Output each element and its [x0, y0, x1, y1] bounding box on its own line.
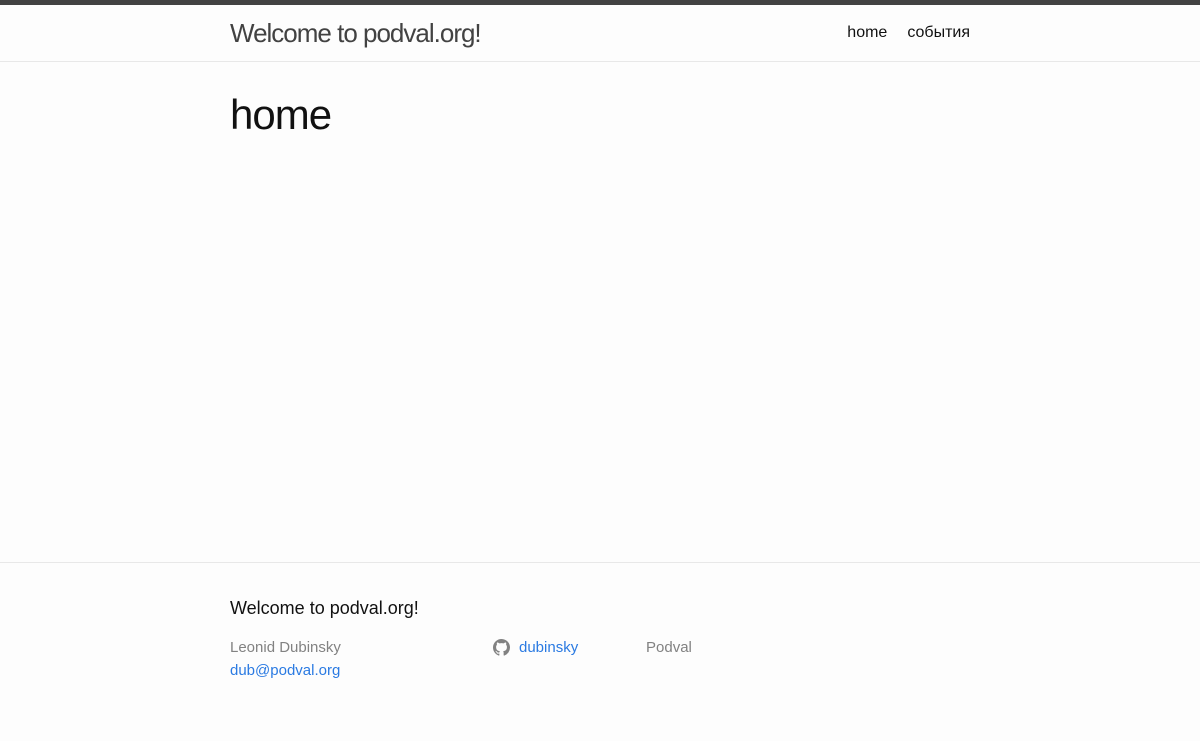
github-icon — [493, 639, 510, 656]
footer-social: dubinsky — [493, 636, 578, 659]
footer-author-name: Leonid Dubinsky — [230, 639, 341, 656]
footer-email-link[interactable]: dub@podval.org — [230, 659, 341, 682]
footer-heading: Welcome to podval.org! — [230, 598, 419, 618]
nav-link-home[interactable]: home — [847, 23, 887, 43]
footer-description-text: Podval — [646, 639, 692, 656]
site-header: Welcome to podval.org! home события — [0, 5, 1200, 62]
footer-description: Podval — [646, 636, 692, 659]
page-title: home — [230, 91, 332, 138]
footer-github-link[interactable]: dubinsky — [519, 636, 578, 659]
nav-link-events[interactable]: события — [907, 23, 970, 43]
footer-contact: Leonid Dubinsky dub@podval.org — [230, 636, 341, 682]
site-nav: home события — [847, 23, 970, 43]
site-title-link[interactable]: Welcome to podval.org! — [230, 18, 482, 48]
site-footer: Welcome to podval.org! Leonid Dubinsky d… — [0, 562, 1200, 741]
